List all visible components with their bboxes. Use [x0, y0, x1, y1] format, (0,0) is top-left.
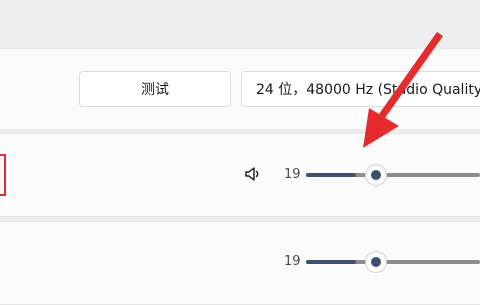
- speaker-icon[interactable]: [244, 165, 262, 183]
- audio-format-card: 测试 24 位，48000 Hz (Studio Quality): [0, 48, 480, 130]
- test-button[interactable]: 测试: [79, 71, 231, 107]
- input-volume-slider[interactable]: [306, 252, 480, 272]
- slider-fill: [306, 260, 357, 264]
- slider-thumb[interactable]: [366, 165, 387, 185]
- output-volume-value: 19: [284, 167, 301, 182]
- output-volume-slider[interactable]: [306, 165, 480, 185]
- input-volume-value: 19: [284, 254, 301, 269]
- input-volume-card: 19: [0, 221, 480, 305]
- red-highlight-box: [0, 154, 6, 196]
- slider-thumb[interactable]: [366, 252, 387, 272]
- slider-fill: [306, 173, 357, 177]
- format-dropdown[interactable]: 24 位，48000 Hz (Studio Quality): [241, 71, 480, 107]
- output-volume-card: 19: [0, 133, 480, 217]
